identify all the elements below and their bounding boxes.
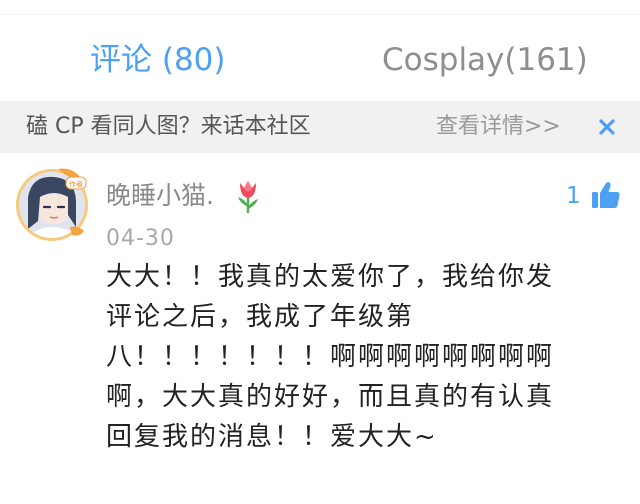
comment-body-line: 八！！！！！！！啊啊啊啊啊啊啊啊: [106, 342, 555, 372]
author-avatar-icon: 作者: [16, 168, 88, 241]
author-badge: 作者: [69, 180, 83, 189]
avatar[interactable]: 作者: [14, 167, 90, 243]
comment-body: 大大！！我真的太爱你了，我给你发 评论之后，我成了年级第 八！！！！！！！啊啊啊…: [106, 257, 616, 457]
like-count: 1: [566, 183, 581, 209]
comment-body-line: 大大！！我真的太爱你了，我给你发: [106, 262, 555, 292]
comment-body-line: 回复我的消息！！爱大大~: [106, 422, 438, 452]
comment-date: 04-30: [106, 226, 175, 251]
view-details-link[interactable]: 查看详情>>: [436, 112, 561, 142]
promo-banner: 磕 CP 看同人图？来话本社区 查看详情>>: [0, 101, 640, 153]
comment-page: 评论 (80) Cosplay(161) 磕 CP 看同人图？来话本社区 查看详…: [0, 0, 640, 504]
tab-bar: 评论 (80) Cosplay(161): [0, 30, 640, 92]
close-icon[interactable]: [594, 113, 620, 141]
tulip-icon: [238, 181, 258, 213]
thumbs-up-icon[interactable]: [590, 179, 622, 211]
comment-body-line: 评论之后，我成了年级第: [106, 302, 415, 332]
tab-comments[interactable]: 评论 (80): [90, 38, 226, 82]
promo-banner-text: 磕 CP 看同人图？来话本社区: [26, 114, 311, 139]
tab-cosplay[interactable]: Cosplay(161): [382, 38, 588, 82]
comment-username[interactable]: 晚睡小猫.: [106, 179, 214, 213]
comment-body-line: 啊，大大真的好好，而且真的有认真: [106, 382, 555, 412]
comment-item: 作者 晚睡小猫. 1 04-30 大大！！我真的太爱你了，我给你发 评论之后，我…: [0, 153, 640, 504]
top-divider: [0, 14, 640, 15]
